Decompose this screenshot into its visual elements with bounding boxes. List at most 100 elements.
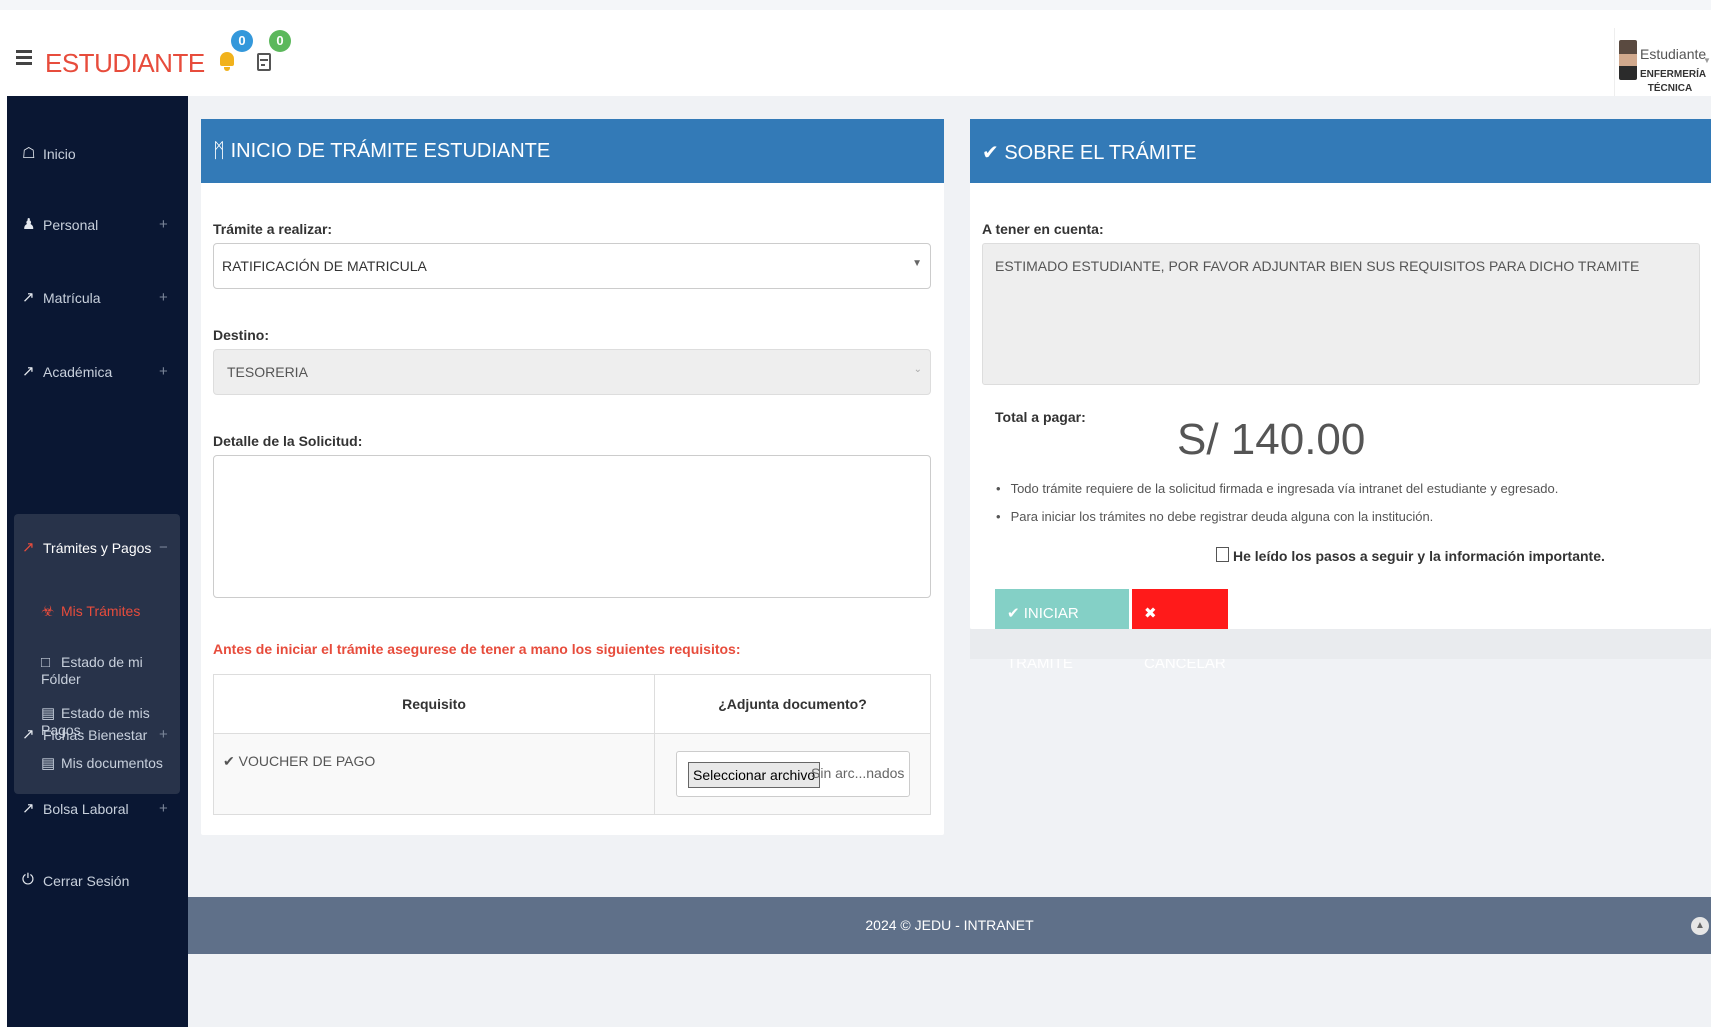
destino-select-value: TESORERIA [227, 364, 308, 380]
expand-icon: + [159, 800, 168, 817]
hamburger-menu-icon[interactable] [16, 50, 32, 65]
requisitos-table: Requisito ¿Adjunta documento? ✔ VOUCHER … [213, 674, 931, 815]
bell-clapper [224, 67, 230, 71]
acknowledge-label: He leído los pasos a seguir y la informa… [1233, 548, 1605, 564]
detalle-label: Detalle de la Solicitud: [213, 433, 363, 449]
sidebar-subitem-estado-folder[interactable]: □ Estado de mi Fólder [41, 654, 180, 687]
adjunta-cell: Seleccionar archivo Sin arc...nados [654, 733, 931, 815]
notifications-badge: 0 [231, 30, 253, 52]
info-bullet: Todo trámite requiere de la solicitud fi… [996, 481, 1559, 496]
requisito-name-text: VOUCHER DE PAGO [238, 753, 376, 769]
expand-icon: + [159, 216, 168, 233]
file-status: Sin arc...nados [811, 765, 905, 781]
sitemap-icon: ☣ [41, 603, 55, 620]
sidebar-item-tramites-pagos[interactable]: ↗ Trámites y Pagos − [14, 532, 180, 562]
tramite-select-value: RATIFICACIÓN DE MATRICULA [222, 258, 427, 274]
panel-header: ᛗ INICIO DE TRÁMITE ESTUDIANTE [201, 119, 944, 183]
sidebar-item-cerrar-sesion[interactable]: ⏻ Cerrar Sesión [7, 865, 188, 895]
destino-label: Destino: [213, 327, 269, 343]
power-icon: ⏻ [22, 871, 34, 888]
external-link-icon: ↗ [22, 726, 35, 743]
requisito-cell: ✔ VOUCHER DE PAGO [213, 733, 655, 815]
scroll-to-top-icon[interactable]: ▲ [1691, 917, 1709, 935]
panel-title: ᛗ INICIO DE TRÁMITE ESTUDIANTE [213, 140, 551, 162]
table-row: ✔ VOUCHER DE PAGO Seleccionar archivo Si… [213, 733, 931, 815]
notifications-button[interactable]: 0 [215, 30, 253, 78]
external-link-icon: ↗ [22, 800, 35, 817]
total-amount: S/ 140.00 [1177, 415, 1366, 464]
top-header: ESTUDIANTE 0 0 Estudiante ▼ ENFERMERÍA T… [0, 10, 1711, 106]
tramite-form-panel: ᛗ INICIO DE TRÁMITE ESTUDIANTE Trámite a… [201, 119, 944, 835]
user-icon: ♟ [22, 216, 36, 233]
external-link-icon: ↗ [22, 539, 35, 556]
expand-icon: + [159, 289, 168, 306]
sidebar-subitem-label: Mis Trámites [61, 603, 141, 619]
user-career: ENFERMERÍA TÉCNICA [1640, 69, 1707, 94]
tramite-label: Trámite a realizar: [213, 221, 333, 237]
collapse-icon: − [159, 539, 168, 556]
chevron-down-icon: ▼ [1703, 56, 1711, 65]
user-menu[interactable]: Estudiante ▼ ENFERMERÍA TÉCNICA [1614, 28, 1711, 106]
brand-title: ESTUDIANTE [45, 48, 205, 78]
column-header-adjunta: ¿Adjunta documento? [654, 674, 931, 734]
requisitos-title: Antes de iniciar el trámite asegurese de… [213, 641, 741, 657]
panel-title: ✔ SOBRE EL TRÁMITE [982, 142, 1197, 164]
acknowledge-checkbox-row[interactable]: He leído los pasos a seguir y la informa… [1216, 547, 1605, 564]
sidebar-item-academica[interactable]: ↗ Académica + [7, 356, 188, 386]
panel-footer-strip [970, 629, 1711, 659]
sidebar-item-label: Inicio [43, 146, 76, 162]
expand-icon: + [159, 726, 168, 743]
sidebar-item-personal[interactable]: ♟ Personal + [7, 209, 188, 239]
avatar [1619, 40, 1637, 80]
destino-select: TESORERIA ⌄ [213, 349, 931, 395]
sidebar-group-tramites: ↗ Trámites y Pagos − ☣ Mis Trámites □ Esta… [14, 514, 180, 794]
sidebar-subitem-label: Mis documentos [61, 755, 163, 771]
file-icon: ▤ [41, 755, 56, 772]
sidebar-item-label: Fichas Bienestar [43, 727, 148, 743]
payments-button[interactable]: 0 [253, 30, 291, 78]
credit-card-icon [257, 53, 271, 71]
about-tramite-panel: ✔ SOBRE EL TRÁMITE A tener en cuenta: ES… [970, 119, 1711, 672]
column-header-requisito: Requisito [213, 674, 655, 734]
detalle-textarea[interactable] [213, 455, 931, 598]
panel-header: ✔ SOBRE EL TRÁMITE [970, 119, 1711, 183]
expand-icon: + [159, 363, 168, 380]
info-bullet: Para iniciar los trámites no debe regist… [996, 509, 1434, 524]
folder-icon: □ [41, 654, 51, 671]
tramite-select[interactable]: RATIFICACIÓN DE MATRICULA ▼ [213, 243, 931, 289]
sidebar-subitem-mis-tramites[interactable]: ☣ Mis Trámites [41, 602, 140, 620]
table-header-row: Requisito ¿Adjunta documento? [213, 674, 931, 734]
sidebar: ☖ Inicio ♟ Personal + ↗ Matrícula + ↗ Ac… [7, 96, 188, 1027]
panel-title-text: INICIO DE TRÁMITE ESTUDIANTE [230, 140, 551, 162]
sidebar-subitem-mis-documentos[interactable]: ▤ Mis documentos [41, 754, 163, 772]
note-text: ESTIMADO ESTUDIANTE, POR FAVOR ADJUNTAR … [995, 258, 1640, 274]
requisito-name: ✔ VOUCHER DE PAGO [223, 753, 376, 769]
external-link-icon: ↗ [22, 363, 35, 380]
total-label: Total a pagar: [995, 409, 1086, 425]
main-content: ᛗ INICIO DE TRÁMITE ESTUDIANTE Trámite a… [188, 96, 1711, 1027]
note-box: ESTIMADO ESTUDIANTE, POR FAVOR ADJUNTAR … [982, 243, 1700, 385]
sidebar-item-label: Trámites y Pagos [43, 540, 152, 556]
footer-text: 2024 © JEDU - INTRANET [865, 917, 1034, 933]
payments-badge: 0 [269, 30, 291, 52]
page-footer: 2024 © JEDU - INTRANET ▲ [188, 897, 1711, 954]
sidebar-item-inicio[interactable]: ☖ Inicio [7, 138, 188, 168]
sidebar-item-matricula[interactable]: ↗ Matrícula + [7, 282, 188, 312]
tener-cuenta-label: A tener en cuenta: [982, 221, 1104, 237]
file-input[interactable]: Seleccionar archivo Sin arc...nados [676, 751, 910, 797]
panel-title-text: SOBRE EL TRÁMITE [1004, 142, 1197, 164]
acknowledge-checkbox[interactable] [1216, 547, 1229, 562]
sidebar-item-label: Académica [43, 364, 113, 380]
select-file-button[interactable]: Seleccionar archivo [688, 762, 821, 788]
sidebar-item-label: Bolsa Laboral [43, 801, 129, 817]
user-name: Estudiante [1640, 46, 1707, 62]
sidebar-item-bolsa-laboral[interactable]: ↗ Bolsa Laboral + [7, 793, 188, 823]
sidebar-item-label: Matrícula [43, 290, 101, 306]
chevron-down-icon: ⌄ [913, 364, 922, 375]
external-link-icon: ↗ [22, 289, 35, 306]
sidebar-item-label: Cerrar Sesión [43, 873, 130, 889]
bell-icon [220, 52, 234, 66]
sidebar-item-label: Personal [43, 217, 99, 233]
sidebar-item-fichas-bienestar[interactable]: ↗ Fichas Bienestar + [7, 719, 188, 749]
chevron-down-icon: ▼ [912, 258, 922, 269]
